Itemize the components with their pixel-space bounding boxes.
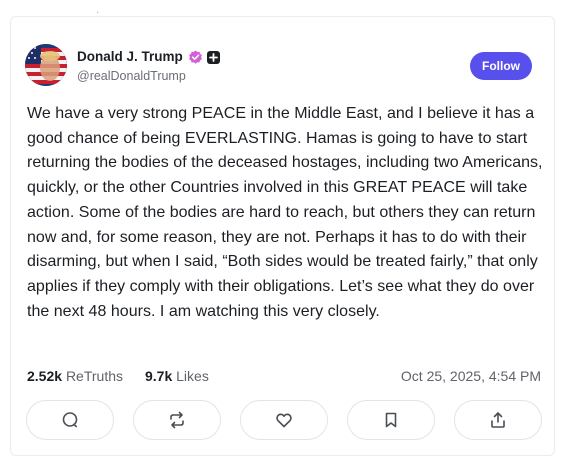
follow-button[interactable]: Follow bbox=[470, 52, 532, 80]
retruths-stat[interactable]: 2.52k ReTruths bbox=[27, 366, 123, 386]
avatar[interactable] bbox=[25, 44, 67, 86]
like-button[interactable] bbox=[240, 400, 328, 440]
likes-stat[interactable]: 9.7k Likes bbox=[145, 366, 209, 386]
heart-icon bbox=[275, 411, 293, 429]
post-header: Donald J. Trump @realDonaldTrump bbox=[25, 44, 541, 90]
author-block: Donald J. Trump @realDonaldTrump bbox=[77, 48, 220, 84]
action-bar bbox=[26, 400, 542, 440]
bookmark-button[interactable] bbox=[347, 400, 435, 440]
post-text: We have a very strong PEACE in the Middl… bbox=[27, 105, 543, 320]
likes-label: Likes bbox=[176, 368, 209, 384]
post-body: We have a very strong PEACE in the Middl… bbox=[27, 102, 547, 324]
verified-badge-icon bbox=[188, 50, 203, 65]
retruths-label: ReTruths bbox=[65, 368, 123, 384]
plus-badge-icon bbox=[206, 50, 220, 64]
post-stats: 2.52k ReTruths 9.7k Likes Oct 25, 2025, … bbox=[27, 366, 541, 386]
retruth-button[interactable] bbox=[133, 400, 221, 440]
share-icon bbox=[489, 411, 507, 429]
reply-button[interactable] bbox=[26, 400, 114, 440]
bookmark-icon bbox=[382, 411, 400, 429]
author-handle[interactable]: @realDonaldTrump bbox=[77, 68, 220, 84]
repost-icon bbox=[168, 411, 186, 429]
author-display-name[interactable]: Donald J. Trump bbox=[77, 48, 183, 66]
page: · Donald J. Trump @realDonaldTrump Follo… bbox=[0, 0, 572, 472]
retruths-count: 2.52k bbox=[27, 368, 63, 384]
share-button[interactable] bbox=[454, 400, 542, 440]
post-timestamp[interactable]: Oct 25, 2025, 4:54 PM bbox=[401, 366, 541, 386]
comment-icon bbox=[61, 411, 79, 429]
likes-count: 9.7k bbox=[145, 368, 173, 384]
name-row: Donald J. Trump bbox=[77, 48, 220, 66]
